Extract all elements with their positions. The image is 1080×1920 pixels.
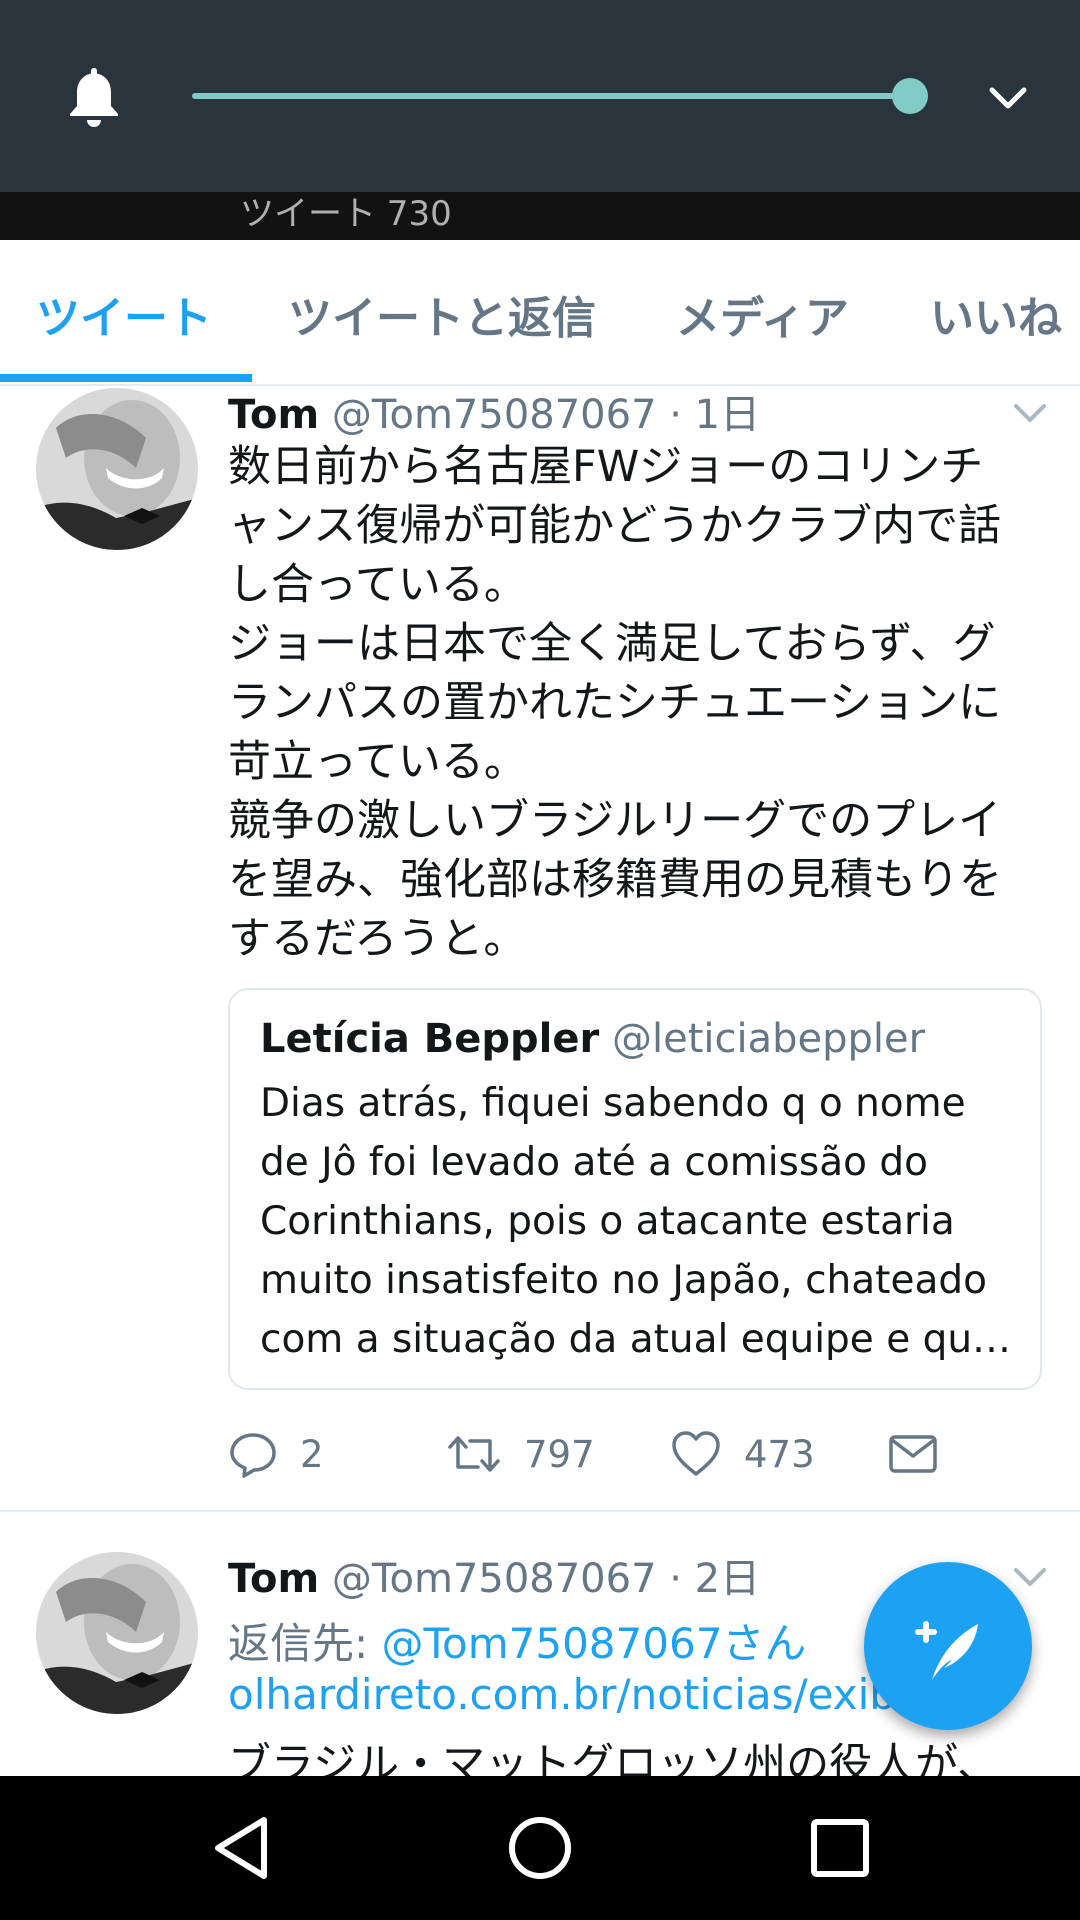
tab-tweets-and-replies[interactable]: ツイートと返信: [288, 282, 596, 346]
like-button[interactable]: 473: [670, 1424, 815, 1484]
avatar[interactable]: [36, 1552, 198, 1714]
tweet-count: ツイート 730: [240, 194, 452, 234]
quoted-author-handle: @leticiabeppler: [611, 1016, 926, 1062]
volume-slider-thumb[interactable]: [892, 78, 928, 114]
chevron-down-icon[interactable]: [1012, 402, 1048, 426]
quoted-text-line: de Jô foi levado até a comissão do: [260, 1140, 928, 1185]
tab-indicator: [0, 374, 252, 382]
quoted-text-line: Dias atrás, fiquei sabendo q o nome: [260, 1081, 966, 1126]
quoted-tweet[interactable]: Letícia Beppler @leticiabeppler Dias atr…: [228, 988, 1042, 1390]
author-name[interactable]: Tom: [228, 392, 319, 438]
reply-button[interactable]: 2: [228, 1424, 324, 1484]
tweet-text-line: を望み、強化部は移籍費用の見積もりを: [228, 855, 1002, 905]
tab-media[interactable]: メディア: [676, 282, 849, 346]
tweet-text-line: ャンス復帰が可能かどうかクラブ内で話: [228, 501, 1002, 551]
tab-tweets[interactable]: ツイート: [36, 282, 212, 346]
heart-icon: [672, 1431, 720, 1476]
direct-message-button[interactable]: [888, 1424, 938, 1484]
reply-icon: [230, 1433, 276, 1478]
tweet-text-line: 数日前から名古屋FWジョーのコリンチ: [228, 442, 984, 492]
envelope-icon: [889, 1435, 937, 1473]
home-icon[interactable]: [504, 1812, 576, 1884]
tweet-text-line: し合っている。: [228, 560, 527, 610]
profile-tabs: ツイート ツイートと返信 メディア いいね: [0, 240, 1080, 386]
volume-slider-track[interactable]: [192, 93, 910, 99]
tweet-header: Tom @Tom75087067 · 1日: [228, 382, 760, 440]
system-nav-bar: [0, 1776, 1080, 1920]
retweet-icon: [448, 1436, 500, 1472]
profile-header-strip: ツイート 730: [0, 192, 1080, 240]
author-handle[interactable]: @Tom75087067: [332, 392, 657, 438]
reply-count: 2: [300, 1432, 324, 1476]
quoted-text-line: muito insatisfeito no Japão, chateado: [260, 1258, 987, 1303]
tweet-text-line: 苛立っている。: [228, 737, 527, 787]
back-icon[interactable]: [206, 1812, 278, 1884]
retweet-count: 797: [524, 1432, 595, 1476]
tab-likes[interactable]: いいね: [930, 282, 1062, 346]
volume-panel: [0, 0, 1080, 192]
compose-tweet-button[interactable]: [864, 1562, 1032, 1730]
tweet-text-line: するだろうと。: [228, 914, 527, 964]
author-name[interactable]: Tom: [228, 1556, 319, 1602]
tweet-text-line: ジョーは日本で全く満足しておらず、グ: [228, 619, 996, 669]
tweet-time: · 2日: [669, 1556, 761, 1602]
tweet-header: Tom @Tom75087067 · 2日: [228, 1546, 760, 1604]
quoted-tweet-header: Letícia Beppler @leticiabeppler: [260, 1016, 925, 1062]
tweet-divider: [0, 1510, 1080, 1512]
tweet-time: · 1日: [669, 392, 761, 438]
retweet-button[interactable]: 797: [446, 1424, 595, 1484]
chevron-down-icon[interactable]: [988, 80, 1028, 114]
quoted-tweet-text: Dias atrás, fiquei sabendo q o nome de J…: [260, 1074, 1030, 1369]
quoted-author-name: Letícia Beppler: [260, 1016, 600, 1062]
tweet-text: 数日前から名古屋FWジョーのコリンチ ャンス復帰が可能かどうかクラブ内で話 し合…: [228, 438, 1048, 969]
quoted-text-line: Corinthians, pois o atacante estaria: [260, 1199, 955, 1244]
like-count: 473: [744, 1432, 815, 1476]
tweet-text-line: 競争の激しいブラジルリーグでのプレイ: [228, 796, 1002, 846]
chevron-down-icon[interactable]: [1012, 1566, 1048, 1590]
reply-to-line: 返信先: @Tom75087067さん: [228, 1610, 806, 1671]
reply-to-link[interactable]: @Tom75087067さん: [382, 1619, 807, 1668]
tweet-text-line: ランパスの置かれたシチュエーションに: [228, 678, 1002, 728]
tweet-actions: 2 797 473: [228, 1424, 1028, 1484]
reply-prefix: 返信先:: [228, 1619, 382, 1668]
tweet-link[interactable]: olhardireto.com.br/noticias/exibi...: [228, 1670, 928, 1719]
avatar[interactable]: [36, 388, 198, 550]
recents-icon[interactable]: [804, 1812, 876, 1884]
bell-icon[interactable]: [64, 64, 124, 128]
author-handle[interactable]: @Tom75087067: [332, 1556, 657, 1602]
quoted-text-line: com a situação da atual equipe e qu…: [260, 1317, 1012, 1362]
compose-feather-icon: [915, 1621, 978, 1680]
